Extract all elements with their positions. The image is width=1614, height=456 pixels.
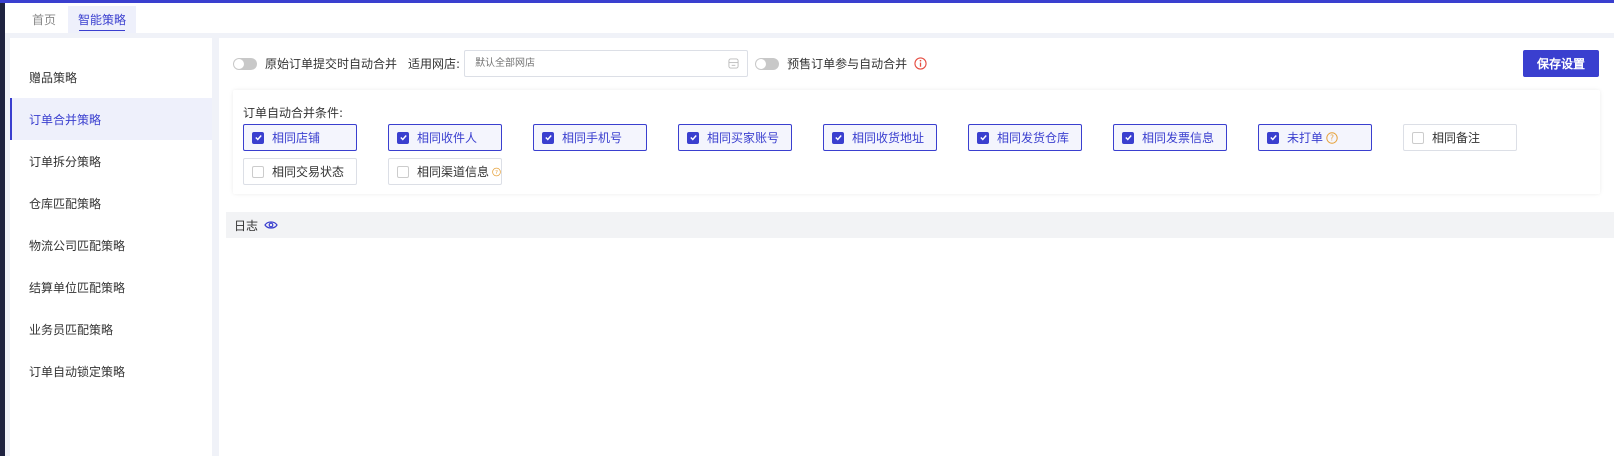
condition-channel-checkbox[interactable]: 相同渠道信息? bbox=[388, 158, 502, 185]
presale-label: 预售订单参与自动合并 bbox=[787, 57, 908, 71]
checkbox-checked-icon bbox=[832, 131, 844, 144]
condition-label: 相同渠道信息 bbox=[417, 165, 490, 179]
log-bar: 日志 bbox=[226, 212, 1614, 238]
checkbox-checked-icon bbox=[977, 131, 989, 144]
sidebar-item-logistics[interactable]: 物流公司匹配策略 bbox=[10, 224, 212, 266]
eye-icon[interactable] bbox=[264, 220, 278, 230]
auto-merge-label: 原始订单提交时自动合并 bbox=[265, 57, 398, 71]
main-panel: 原始订单提交时自动合并 适用网店: 预售订单参与自动合并 保存设置 订单自动合并… bbox=[219, 38, 1614, 456]
sidebar-item-label: 赠品策略 bbox=[29, 70, 78, 85]
checkbox-empty-icon bbox=[397, 165, 409, 178]
save-settings-button[interactable]: 保存设置 bbox=[1523, 50, 1599, 77]
sidebar-item-settlement[interactable]: 结算单位匹配策略 bbox=[10, 266, 212, 308]
sidebar-item-label: 业务员匹配策略 bbox=[29, 322, 114, 337]
condition-label: 未打单 bbox=[1287, 131, 1324, 145]
sidebar-item-label: 结算单位匹配策略 bbox=[29, 280, 126, 295]
svg-text:?: ? bbox=[495, 169, 498, 175]
checkbox-checked-icon bbox=[397, 131, 409, 144]
shop-label: 适用网店: bbox=[408, 57, 461, 71]
check-icon bbox=[254, 135, 262, 141]
condition-invoice-checkbox[interactable]: 相同发票信息 bbox=[1113, 124, 1227, 151]
merge-conditions-card: 订单自动合并条件: 相同店铺 相同收件人 相同手机号 相同买家账号 相同收货地址 相同发货… bbox=[233, 90, 1600, 194]
condition-unprinted-checkbox[interactable]: 未打单? bbox=[1258, 124, 1372, 151]
check-icon bbox=[979, 135, 987, 141]
shop-input[interactable] bbox=[465, 51, 716, 76]
sidebar-item-merge[interactable]: 订单合并策略 bbox=[10, 98, 212, 140]
condition-label: 相同备注 bbox=[1432, 131, 1481, 145]
condition-remark-checkbox[interactable]: 相同备注 bbox=[1403, 124, 1517, 151]
sidebar-item-split[interactable]: 订单拆分策略 bbox=[10, 140, 212, 182]
tab-label: 首页 bbox=[32, 13, 57, 27]
condition-label: 相同交易状态 bbox=[272, 165, 345, 179]
sidebar-item-salesman[interactable]: 业务员匹配策略 bbox=[10, 308, 212, 350]
checkbox-checked-icon bbox=[687, 131, 699, 144]
condition-trade-status-checkbox[interactable]: 相同交易状态 bbox=[243, 158, 357, 185]
check-icon bbox=[1124, 135, 1132, 141]
sidebar-item-warehouse[interactable]: 仓库匹配策略 bbox=[10, 182, 212, 224]
sidebar-item-label: 仓库匹配策略 bbox=[29, 196, 102, 211]
sidebar-item-label: 订单合并策略 bbox=[29, 112, 102, 127]
checkbox-checked-icon bbox=[542, 131, 554, 144]
check-icon bbox=[1269, 135, 1277, 141]
sidebar-item-autolock[interactable]: 订单自动锁定策略 bbox=[10, 350, 212, 392]
checkbox-checked-icon bbox=[1122, 131, 1134, 144]
condition-label: 相同买家账号 bbox=[707, 131, 780, 145]
merge-toolbar: 原始订单提交时自动合并 适用网店: 预售订单参与自动合并 bbox=[233, 50, 927, 77]
left-edge-bar bbox=[0, 3, 5, 456]
check-icon bbox=[689, 135, 697, 141]
condition-label: 相同发货仓库 bbox=[997, 131, 1070, 145]
check-icon bbox=[399, 135, 407, 141]
shop-icon bbox=[728, 58, 739, 69]
tab-home[interactable]: 首页 bbox=[22, 6, 66, 33]
condition-shop-checkbox[interactable]: 相同店铺 bbox=[243, 124, 357, 151]
condition-receiver-checkbox[interactable]: 相同收件人 bbox=[388, 124, 502, 151]
checkbox-empty-icon bbox=[252, 165, 264, 178]
tab-label: 智能策略 bbox=[78, 13, 127, 27]
condition-buyer-account-checkbox[interactable]: 相同买家账号 bbox=[678, 124, 792, 151]
condition-phone-checkbox[interactable]: 相同手机号 bbox=[533, 124, 647, 151]
condition-label: 相同发票信息 bbox=[1142, 131, 1215, 145]
condition-label: 相同手机号 bbox=[562, 131, 623, 145]
check-icon bbox=[834, 135, 842, 141]
conditions-title: 订单自动合并条件: bbox=[243, 106, 344, 120]
sidebar-item-gift[interactable]: 赠品策略 bbox=[10, 56, 212, 98]
sidebar-item-label: 物流公司匹配策略 bbox=[29, 238, 126, 253]
check-icon bbox=[544, 135, 552, 141]
checkbox-checked-icon bbox=[252, 131, 264, 144]
svg-text:?: ? bbox=[1330, 133, 1334, 142]
tab-smart-strategy[interactable]: 智能策略 bbox=[68, 6, 137, 33]
condition-warehouse-checkbox[interactable]: 相同发货仓库 bbox=[968, 124, 1082, 151]
checkbox-empty-icon bbox=[1412, 131, 1424, 144]
sidebar-item-label: 订单拆分策略 bbox=[29, 154, 102, 169]
condition-label: 相同收货地址 bbox=[852, 131, 925, 145]
condition-label: 相同店铺 bbox=[272, 131, 321, 145]
help-icon[interactable]: ? bbox=[1326, 131, 1338, 144]
shop-select[interactable] bbox=[464, 50, 749, 77]
log-label: 日志 bbox=[234, 218, 259, 233]
condition-address-checkbox[interactable]: 相同收货地址 bbox=[823, 124, 937, 151]
auto-merge-switch[interactable] bbox=[233, 57, 257, 70]
presale-switch[interactable] bbox=[755, 57, 780, 70]
page-tabs: 首页 智能策略 bbox=[5, 3, 1614, 33]
info-icon[interactable] bbox=[914, 57, 927, 70]
sidebar-item-label: 订单自动锁定策略 bbox=[29, 364, 126, 379]
strategy-sidebar: 赠品策略 订单合并策略 订单拆分策略 仓库匹配策略 物流公司匹配策略 结算单位匹… bbox=[10, 38, 212, 456]
checkbox-checked-icon bbox=[1267, 131, 1279, 144]
help-icon[interactable]: ? bbox=[492, 166, 501, 178]
condition-label: 相同收件人 bbox=[417, 131, 478, 145]
